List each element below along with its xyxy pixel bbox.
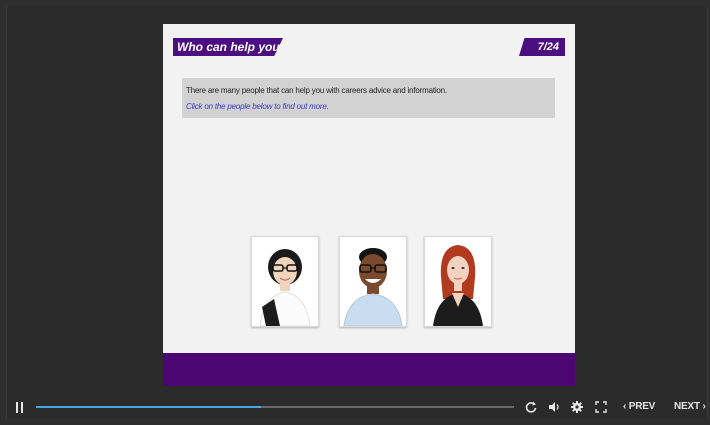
intro-text: There are many people that can help you …: [186, 86, 447, 95]
person-card-2[interactable]: [339, 236, 407, 327]
person-portrait-1: [252, 237, 318, 326]
progress-track[interactable]: [36, 406, 514, 408]
info-box: There are many people that can help you …: [182, 78, 555, 118]
progress-fill: [36, 406, 261, 408]
person-portrait-2: [340, 237, 406, 326]
instruction-text: Click on the people below to find out mo…: [186, 102, 329, 111]
chevron-right-icon: ›: [699, 401, 706, 412]
slide-title-bar: Who can help you?: [173, 38, 283, 56]
prev-button[interactable]: ‹ PREV: [623, 401, 655, 412]
player-frame: Who can help you? 7/24 There are many pe…: [6, 6, 708, 419]
next-label: NEXT: [674, 401, 700, 412]
slide-title: Who can help you?: [177, 40, 287, 54]
pause-icon[interactable]: [16, 402, 24, 413]
person-card-3[interactable]: [424, 236, 492, 327]
volume-icon[interactable]: [547, 400, 561, 414]
settings-gear-icon[interactable]: [570, 400, 584, 414]
slide-footer-band: [163, 353, 575, 386]
fullscreen-icon[interactable]: [594, 400, 608, 414]
player-controls: ‹ PREV NEXT ›: [0, 396, 710, 420]
next-button[interactable]: NEXT ›: [674, 401, 706, 412]
slide: Who can help you? 7/24 There are many pe…: [163, 24, 575, 386]
page-counter-badge: 7/24: [519, 38, 565, 56]
prev-label: PREV: [628, 401, 656, 412]
replay-icon[interactable]: [524, 400, 538, 414]
person-card-1[interactable]: [251, 236, 319, 327]
person-portrait-3: [425, 237, 491, 326]
page-counter: 7/24: [537, 41, 559, 53]
